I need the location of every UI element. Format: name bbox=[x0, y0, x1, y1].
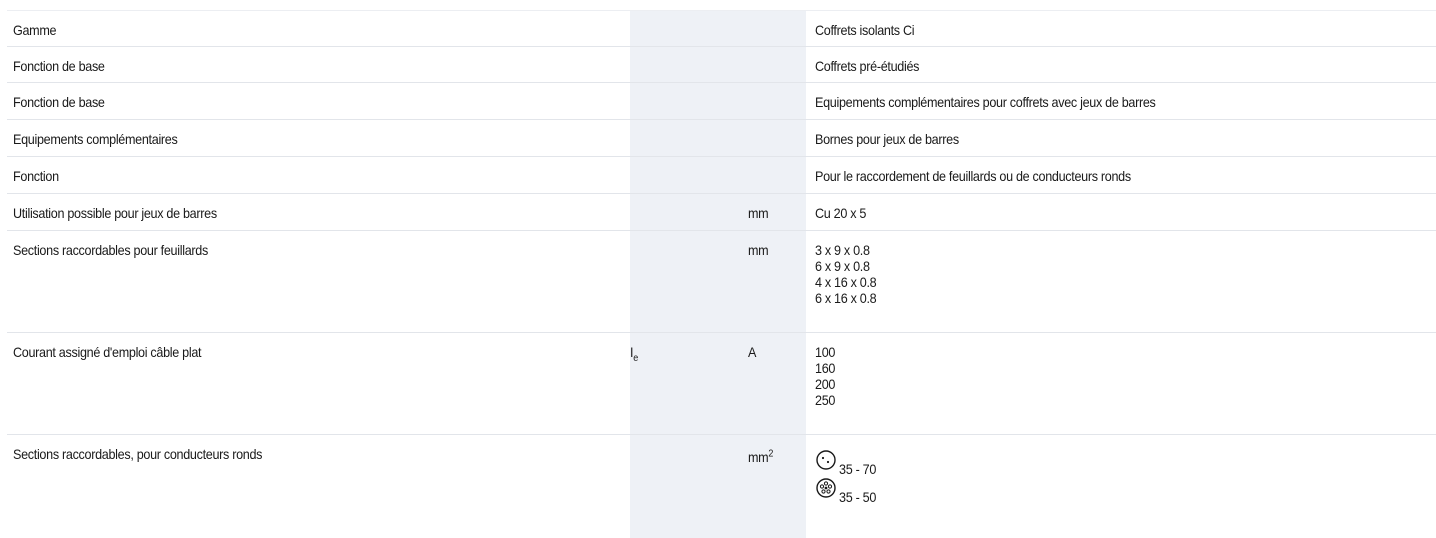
row-value: Coffrets pré-étudiés bbox=[806, 46, 1436, 83]
table-row: Gamme Coffrets isolants Ci bbox=[7, 10, 1436, 47]
row-unit: mm2 bbox=[740, 434, 806, 515]
row-value: Equipements complémentaires pour coffret… bbox=[806, 82, 1436, 120]
row-label: Fonction bbox=[7, 156, 630, 194]
row-label: Courant assigné d'emploi câble plat bbox=[7, 332, 630, 435]
row-label: Sections raccordables, pour conducteurs … bbox=[7, 434, 630, 515]
symbol-subscript: e bbox=[633, 352, 638, 364]
spec-table: Gamme Coffrets isolants Ci Fonction de b… bbox=[7, 10, 1436, 515]
row-symbol: Ie bbox=[630, 332, 740, 435]
unit-main: mm bbox=[748, 449, 769, 465]
row-label: Gamme bbox=[7, 10, 630, 47]
table-row: Sections raccordables pour feuillards mm… bbox=[7, 230, 1436, 333]
row-unit bbox=[740, 82, 806, 120]
value-line: 160 bbox=[815, 360, 836, 376]
row-symbol bbox=[630, 434, 740, 515]
solid-conductor-icon bbox=[816, 450, 836, 470]
round-conductor-stranded: 35 - 50 bbox=[815, 471, 1436, 505]
row-unit bbox=[740, 10, 806, 47]
row-value: 100 160 200 250 bbox=[806, 332, 1436, 435]
row-value: 35 - 70 35 - 50 bbox=[806, 434, 1436, 515]
table-row: Sections raccordables, pour conducteurs … bbox=[7, 434, 1436, 515]
row-value: 3 x 9 x 0.8 6 x 9 x 0.8 4 x 16 x 0.8 6 x… bbox=[806, 230, 1436, 333]
row-label: Sections raccordables pour feuillards bbox=[7, 230, 630, 333]
stranded-conductor-icon bbox=[816, 478, 836, 498]
row-label: Fonction de base bbox=[7, 46, 630, 83]
value-line: 6 x 16 x 0.8 bbox=[815, 290, 877, 306]
spec-sheet: Gamme Coffrets isolants Ci Fonction de b… bbox=[0, 0, 1436, 538]
unit-superscript: 2 bbox=[768, 448, 774, 460]
row-unit: A bbox=[740, 332, 806, 435]
row-unit: mm bbox=[740, 193, 806, 231]
row-label: Equipements complémentaires bbox=[7, 119, 630, 157]
row-symbol bbox=[630, 82, 740, 120]
row-value: Cu 20 x 5 bbox=[806, 193, 1436, 231]
table-row: Utilisation possible pour jeux de barres… bbox=[7, 193, 1436, 231]
table-row: Courant assigné d'emploi câble plat Ie A… bbox=[7, 332, 1436, 435]
value-line: 200 bbox=[815, 376, 836, 392]
row-unit: mm bbox=[740, 230, 806, 333]
row-symbol bbox=[630, 10, 740, 47]
value-line: 4 x 16 x 0.8 bbox=[815, 274, 877, 290]
round-conductor-range: 35 - 50 bbox=[839, 489, 877, 505]
row-unit bbox=[740, 156, 806, 194]
row-value: Bornes pour jeux de barres bbox=[806, 119, 1436, 157]
row-symbol bbox=[630, 156, 740, 194]
table-row: Fonction de base Equipements complémenta… bbox=[7, 82, 1436, 120]
row-unit bbox=[740, 119, 806, 157]
row-label: Utilisation possible pour jeux de barres bbox=[7, 193, 630, 231]
table-row: Equipements complémentaires Bornes pour … bbox=[7, 119, 1436, 157]
row-symbol bbox=[630, 230, 740, 333]
table-row: Fonction de base Coffrets pré-étudiés bbox=[7, 46, 1436, 83]
row-value: Coffrets isolants Ci bbox=[806, 10, 1436, 47]
table-row: Fonction Pour le raccordement de feuilla… bbox=[7, 156, 1436, 194]
value-line: 6 x 9 x 0.8 bbox=[815, 258, 870, 274]
value-line: 250 bbox=[815, 392, 836, 408]
round-conductor-solid: 35 - 70 bbox=[815, 443, 1436, 477]
row-symbol bbox=[630, 46, 740, 83]
row-symbol bbox=[630, 193, 740, 231]
value-line: 3 x 9 x 0.8 bbox=[815, 242, 870, 258]
row-value: Pour le raccordement de feuillards ou de… bbox=[806, 156, 1436, 194]
row-unit bbox=[740, 46, 806, 83]
value-line: 100 bbox=[815, 344, 836, 360]
round-conductor-range: 35 - 70 bbox=[839, 461, 877, 477]
row-label: Fonction de base bbox=[7, 82, 630, 120]
row-symbol bbox=[630, 119, 740, 157]
